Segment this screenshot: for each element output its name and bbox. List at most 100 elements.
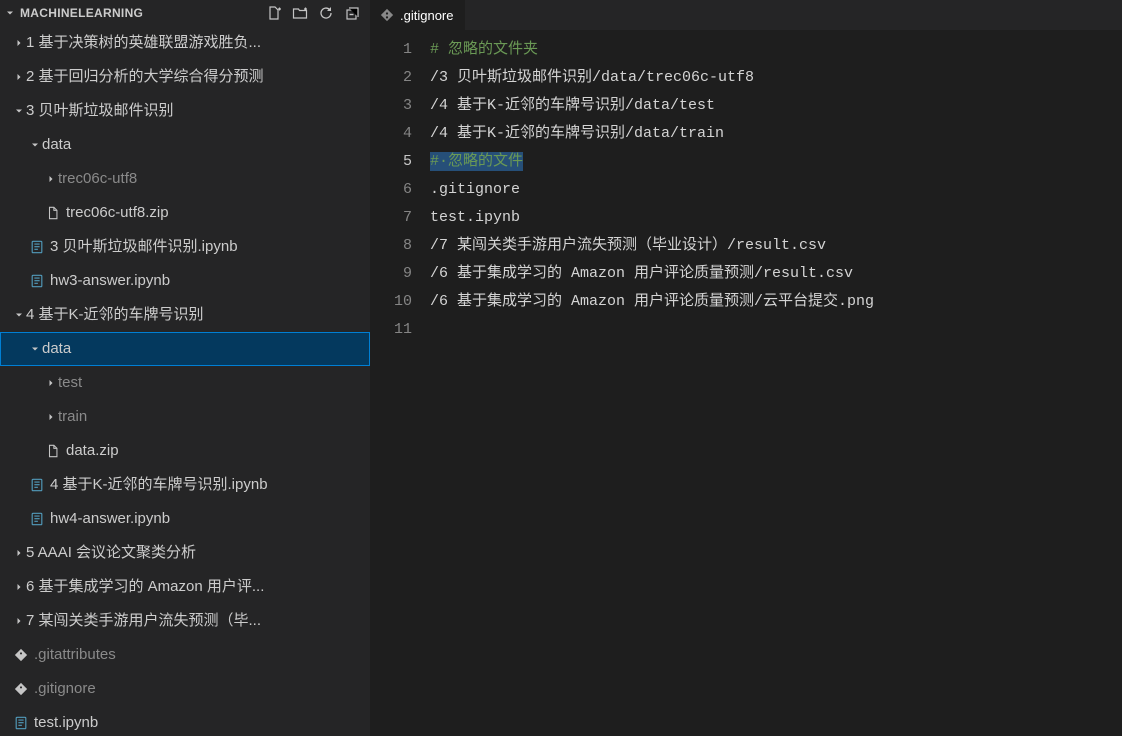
- line-number: 3: [370, 92, 412, 120]
- tab-gitignore[interactable]: .gitignore: [370, 0, 466, 30]
- line-number: 10: [370, 288, 412, 316]
- file-row[interactable]: data.zip: [0, 434, 370, 468]
- tree-item-label: trec06c-utf8.zip: [66, 196, 370, 230]
- tree-item-label: hw4-answer.ipynb: [50, 502, 370, 536]
- new-folder-icon[interactable]: [292, 5, 308, 21]
- tree-item-label: 2 基于回归分析的大学综合得分预测: [26, 60, 370, 94]
- line-number-gutter: 1234567891011: [370, 30, 430, 736]
- notebook-icon: [28, 240, 46, 254]
- tree-item-label: 7 某闯关类手游用户流失预测（毕...: [26, 604, 370, 638]
- tree-item-label: trec06c-utf8: [58, 162, 370, 196]
- tab-bar: .gitignore: [370, 0, 1122, 30]
- tree-item-label: hw3-answer.ipynb: [50, 264, 370, 298]
- explorer-root-label: MACHINELEARNING: [18, 6, 266, 20]
- tree-item-label: 4 基于K-近邻的车牌号识别.ipynb: [50, 468, 370, 502]
- git-icon: [12, 648, 30, 662]
- zip-icon: [44, 444, 62, 458]
- folder-row[interactable]: trec06c-utf8: [0, 162, 370, 196]
- chevron-down-icon[interactable]: [12, 105, 26, 117]
- chevron-right-icon[interactable]: [12, 37, 26, 49]
- tree-item-label: 1 基于决策树的英雄联盟游戏胜负...: [26, 26, 370, 60]
- tree-item-label: .gitattributes: [34, 638, 370, 672]
- tree-item-label: 4 基于K-近邻的车牌号识别: [26, 298, 370, 332]
- folder-row[interactable]: data: [0, 128, 370, 162]
- tab-label: .gitignore: [400, 8, 453, 23]
- chevron-right-icon[interactable]: [12, 547, 26, 559]
- file-row[interactable]: hw3-answer.ipynb: [0, 264, 370, 298]
- chevron-right-icon[interactable]: [44, 377, 58, 389]
- folder-row[interactable]: data: [0, 332, 370, 366]
- folder-row[interactable]: 4 基于K-近邻的车牌号识别: [0, 298, 370, 332]
- explorer-sidebar: MACHINELEARNING 1 基于决策树的英雄联盟游戏胜负...2 基于回…: [0, 0, 370, 736]
- line-number: 1: [370, 36, 412, 64]
- tree-item-label: 3 贝叶斯垃圾邮件识别.ipynb: [50, 230, 370, 264]
- file-row[interactable]: hw4-answer.ipynb: [0, 502, 370, 536]
- file-row[interactable]: .gitattributes: [0, 638, 370, 672]
- tree-item-label: 5 AAAI 会议论文聚类分析: [26, 536, 370, 570]
- folder-row[interactable]: 7 某闯关类手游用户流失预测（毕...: [0, 604, 370, 638]
- code-line[interactable]: # 忽略的文件夹: [430, 36, 1122, 64]
- code-line[interactable]: #·忽略的文件: [430, 148, 1122, 176]
- code-line[interactable]: test.ipynb: [430, 204, 1122, 232]
- line-number: 11: [370, 316, 412, 344]
- chevron-down-icon[interactable]: [12, 309, 26, 321]
- tree-item-label: test: [58, 366, 370, 400]
- code-area[interactable]: 1234567891011 # 忽略的文件夹/3 贝叶斯垃圾邮件识别/data/…: [370, 30, 1122, 736]
- code-line[interactable]: /3 贝叶斯垃圾邮件识别/data/trec06c-utf8: [430, 64, 1122, 92]
- folder-row[interactable]: test: [0, 366, 370, 400]
- tree-item-label: data.zip: [66, 434, 370, 468]
- editor-pane: .gitignore 1234567891011 # 忽略的文件夹/3 贝叶斯垃…: [370, 0, 1122, 736]
- notebook-icon: [28, 512, 46, 526]
- chevron-right-icon[interactable]: [44, 173, 58, 185]
- line-number: 2: [370, 64, 412, 92]
- tree-item-label: data: [42, 128, 370, 162]
- new-file-icon[interactable]: [266, 5, 282, 21]
- zip-icon: [44, 206, 62, 220]
- file-row[interactable]: 3 贝叶斯垃圾邮件识别.ipynb: [0, 230, 370, 264]
- code-line[interactable]: [430, 316, 1122, 344]
- file-row[interactable]: test.ipynb: [0, 706, 370, 736]
- tree-item-label: .gitignore: [34, 672, 370, 706]
- line-number: 7: [370, 204, 412, 232]
- git-icon: [12, 682, 30, 696]
- chevron-down-icon[interactable]: [28, 139, 42, 151]
- chevron-right-icon[interactable]: [12, 71, 26, 83]
- chevron-right-icon[interactable]: [12, 615, 26, 627]
- folder-row[interactable]: 2 基于回归分析的大学综合得分预测: [0, 60, 370, 94]
- line-number: 6: [370, 176, 412, 204]
- code-line[interactable]: /6 基于集成学习的 Amazon 用户评论质量预测/云平台提交.png: [430, 288, 1122, 316]
- notebook-icon: [28, 274, 46, 288]
- folder-row[interactable]: 5 AAAI 会议论文聚类分析: [0, 536, 370, 570]
- tree-item-label: 3 贝叶斯垃圾邮件识别: [26, 94, 370, 128]
- tree-item-label: test.ipynb: [34, 706, 370, 736]
- folder-row[interactable]: train: [0, 400, 370, 434]
- refresh-icon[interactable]: [318, 5, 334, 21]
- folder-row[interactable]: 3 贝叶斯垃圾邮件识别: [0, 94, 370, 128]
- code-line[interactable]: /4 基于K-近邻的车牌号识别/data/test: [430, 92, 1122, 120]
- tree-item-label: data: [42, 332, 370, 366]
- code-line[interactable]: /7 某闯关类手游用户流失预测（毕业设计）/result.csv: [430, 232, 1122, 260]
- file-row[interactable]: 4 基于K-近邻的车牌号识别.ipynb: [0, 468, 370, 502]
- notebook-icon: [12, 716, 30, 730]
- file-row[interactable]: trec06c-utf8.zip: [0, 196, 370, 230]
- file-tree[interactable]: 1 基于决策树的英雄联盟游戏胜负...2 基于回归分析的大学综合得分预测3 贝叶…: [0, 26, 370, 736]
- folder-row[interactable]: 6 基于集成学习的 Amazon 用户评...: [0, 570, 370, 604]
- tree-item-label: train: [58, 400, 370, 434]
- chevron-right-icon[interactable]: [12, 581, 26, 593]
- code-line[interactable]: /6 基于集成学习的 Amazon 用户评论质量预测/result.csv: [430, 260, 1122, 288]
- explorer-header: MACHINELEARNING: [0, 0, 370, 26]
- file-row[interactable]: .gitignore: [0, 672, 370, 706]
- chevron-right-icon[interactable]: [44, 411, 58, 423]
- line-number: 4: [370, 120, 412, 148]
- tree-item-label: 6 基于集成学习的 Amazon 用户评...: [26, 570, 370, 604]
- code-content[interactable]: # 忽略的文件夹/3 贝叶斯垃圾邮件识别/data/trec06c-utf8/4…: [430, 30, 1122, 736]
- chevron-down-icon[interactable]: [28, 343, 42, 355]
- collapse-all-icon[interactable]: [344, 5, 360, 21]
- code-line[interactable]: /4 基于K-近邻的车牌号识别/data/train: [430, 120, 1122, 148]
- line-number: 8: [370, 232, 412, 260]
- chevron-down-icon[interactable]: [4, 7, 18, 19]
- folder-row[interactable]: 1 基于决策树的英雄联盟游戏胜负...: [0, 26, 370, 60]
- line-number: 9: [370, 260, 412, 288]
- notebook-icon: [28, 478, 46, 492]
- code-line[interactable]: .gitignore: [430, 176, 1122, 204]
